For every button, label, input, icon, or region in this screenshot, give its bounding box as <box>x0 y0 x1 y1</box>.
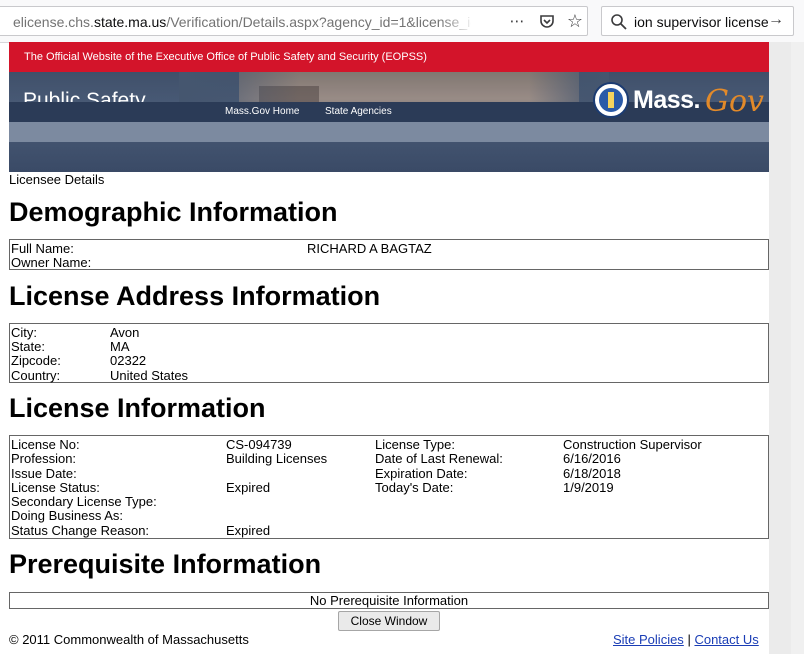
profession-label: Profession: <box>11 451 77 466</box>
no-prerequisite-message: No Prerequisite Information <box>309 593 469 608</box>
header-band <box>9 122 769 142</box>
scrollbar[interactable] <box>791 42 804 654</box>
url-bar[interactable]: elicense.chs.state.ma.us/Verification/De… <box>0 6 588 36</box>
massgov-logo[interactable]: Mass. Gov <box>593 80 764 124</box>
nav-state-agencies[interactable]: State Agencies <box>325 106 392 117</box>
page-content: The Official Website of the Executive Of… <box>9 42 769 654</box>
license-status-value: Expired <box>226 480 271 495</box>
todays-date-label: Today's Date: <box>375 480 454 495</box>
todays-date-value: 1/9/2019 <box>563 480 614 495</box>
contact-us-link[interactable]: Contact Us <box>694 632 758 647</box>
license-type-value: Construction Supervisor <box>563 437 702 452</box>
browser-toolbar: elicense.chs.state.ma.us/Verification/De… <box>0 0 804 43</box>
license-no-label: License No: <box>11 437 80 452</box>
license-type-label: License Type: <box>375 437 455 452</box>
status-change-reason-value: Expired <box>226 523 271 538</box>
demographic-heading: Demographic Information <box>9 197 338 227</box>
search-icon <box>610 13 628 31</box>
license-no-value: CS-094739 <box>226 437 292 452</box>
nav-massgov-home[interactable]: Mass.Gov Home <box>225 106 299 117</box>
status-change-reason-label: Status Change Reason: <box>11 523 150 538</box>
url-domain: state.ma.us <box>93 14 167 30</box>
search-bar[interactable]: ion supervisor license → <box>601 6 794 36</box>
url-text[interactable]: elicense.chs.state.ma.us/Verification/De… <box>13 14 471 30</box>
expiration-date-label: Expiration Date: <box>375 466 468 481</box>
logo-mass-text: Mass. <box>633 86 700 114</box>
state-value: MA <box>110 339 130 354</box>
full-name-value: RICHARD A BAGTAZ <box>307 241 432 256</box>
page-gutter <box>769 42 804 654</box>
license-heading: License Information <box>9 393 266 423</box>
country-value: United States <box>110 368 189 383</box>
city-label: City: <box>11 325 37 340</box>
eopss-bar: The Official Website of the Executive Of… <box>9 42 769 72</box>
bookmark-star-icon[interactable]: ☆ <box>563 10 587 32</box>
search-go-icon[interactable]: → <box>768 11 784 29</box>
page-actions-icon[interactable]: ⋯ <box>505 10 529 32</box>
doing-business-as-label: Doing Business As: <box>11 508 124 523</box>
issue-date-label: Issue Date: <box>11 466 77 481</box>
url-prefix: elicense.chs. <box>13 14 94 30</box>
search-input[interactable]: ion supervisor license <box>634 14 768 30</box>
expiration-date-value: 6/18/2018 <box>563 466 621 481</box>
licensee-details-label: Licensee Details <box>9 172 105 187</box>
full-name-label: Full Name: <box>11 241 74 256</box>
secondary-license-type-label: Secondary License Type: <box>11 494 157 509</box>
country-label: Country: <box>11 368 61 383</box>
demographic-table: Full Name: RICHARD A BAGTAZ Owner Name: <box>9 239 769 270</box>
address-table: City: Avon State: MA Zipcode: 02322 Coun… <box>9 323 769 383</box>
license-table: License No: CS-094739 Profession: Buildi… <box>9 435 769 539</box>
footer-separator: | <box>687 632 691 647</box>
logo-gov-text: Gov <box>705 84 764 119</box>
owner-name-label: Owner Name: <box>11 255 92 270</box>
address-heading: License Address Information <box>9 281 381 311</box>
license-status-label: License Status: <box>11 480 100 495</box>
prerequisite-table: No Prerequisite Information <box>9 592 769 609</box>
state-label: State: <box>11 339 45 354</box>
close-window-button[interactable]: Close Window <box>338 611 440 631</box>
zipcode-label: Zipcode: <box>11 353 61 368</box>
url-fade <box>439 9 475 33</box>
state-seal-icon <box>593 82 629 118</box>
prerequisite-heading: Prerequisite Information <box>9 549 322 579</box>
footer-links: Site Policies | Contact Us <box>613 632 759 647</box>
city-value: Avon <box>110 325 140 340</box>
official-website-text: The Official Website of the Executive Of… <box>24 51 427 63</box>
zipcode-value: 02322 <box>110 353 147 368</box>
pocket-icon[interactable] <box>535 10 559 32</box>
url-path: /Verification/Details.aspx?agency_id=1&l… <box>166 14 471 30</box>
last-renewal-value: 6/16/2016 <box>563 451 621 466</box>
profession-value: Building Licenses <box>226 451 328 466</box>
site-policies-link[interactable]: Site Policies <box>613 632 684 647</box>
last-renewal-label: Date of Last Renewal: <box>375 451 503 466</box>
copyright-text: © 2011 Commonwealth of Massachusetts <box>9 632 249 647</box>
